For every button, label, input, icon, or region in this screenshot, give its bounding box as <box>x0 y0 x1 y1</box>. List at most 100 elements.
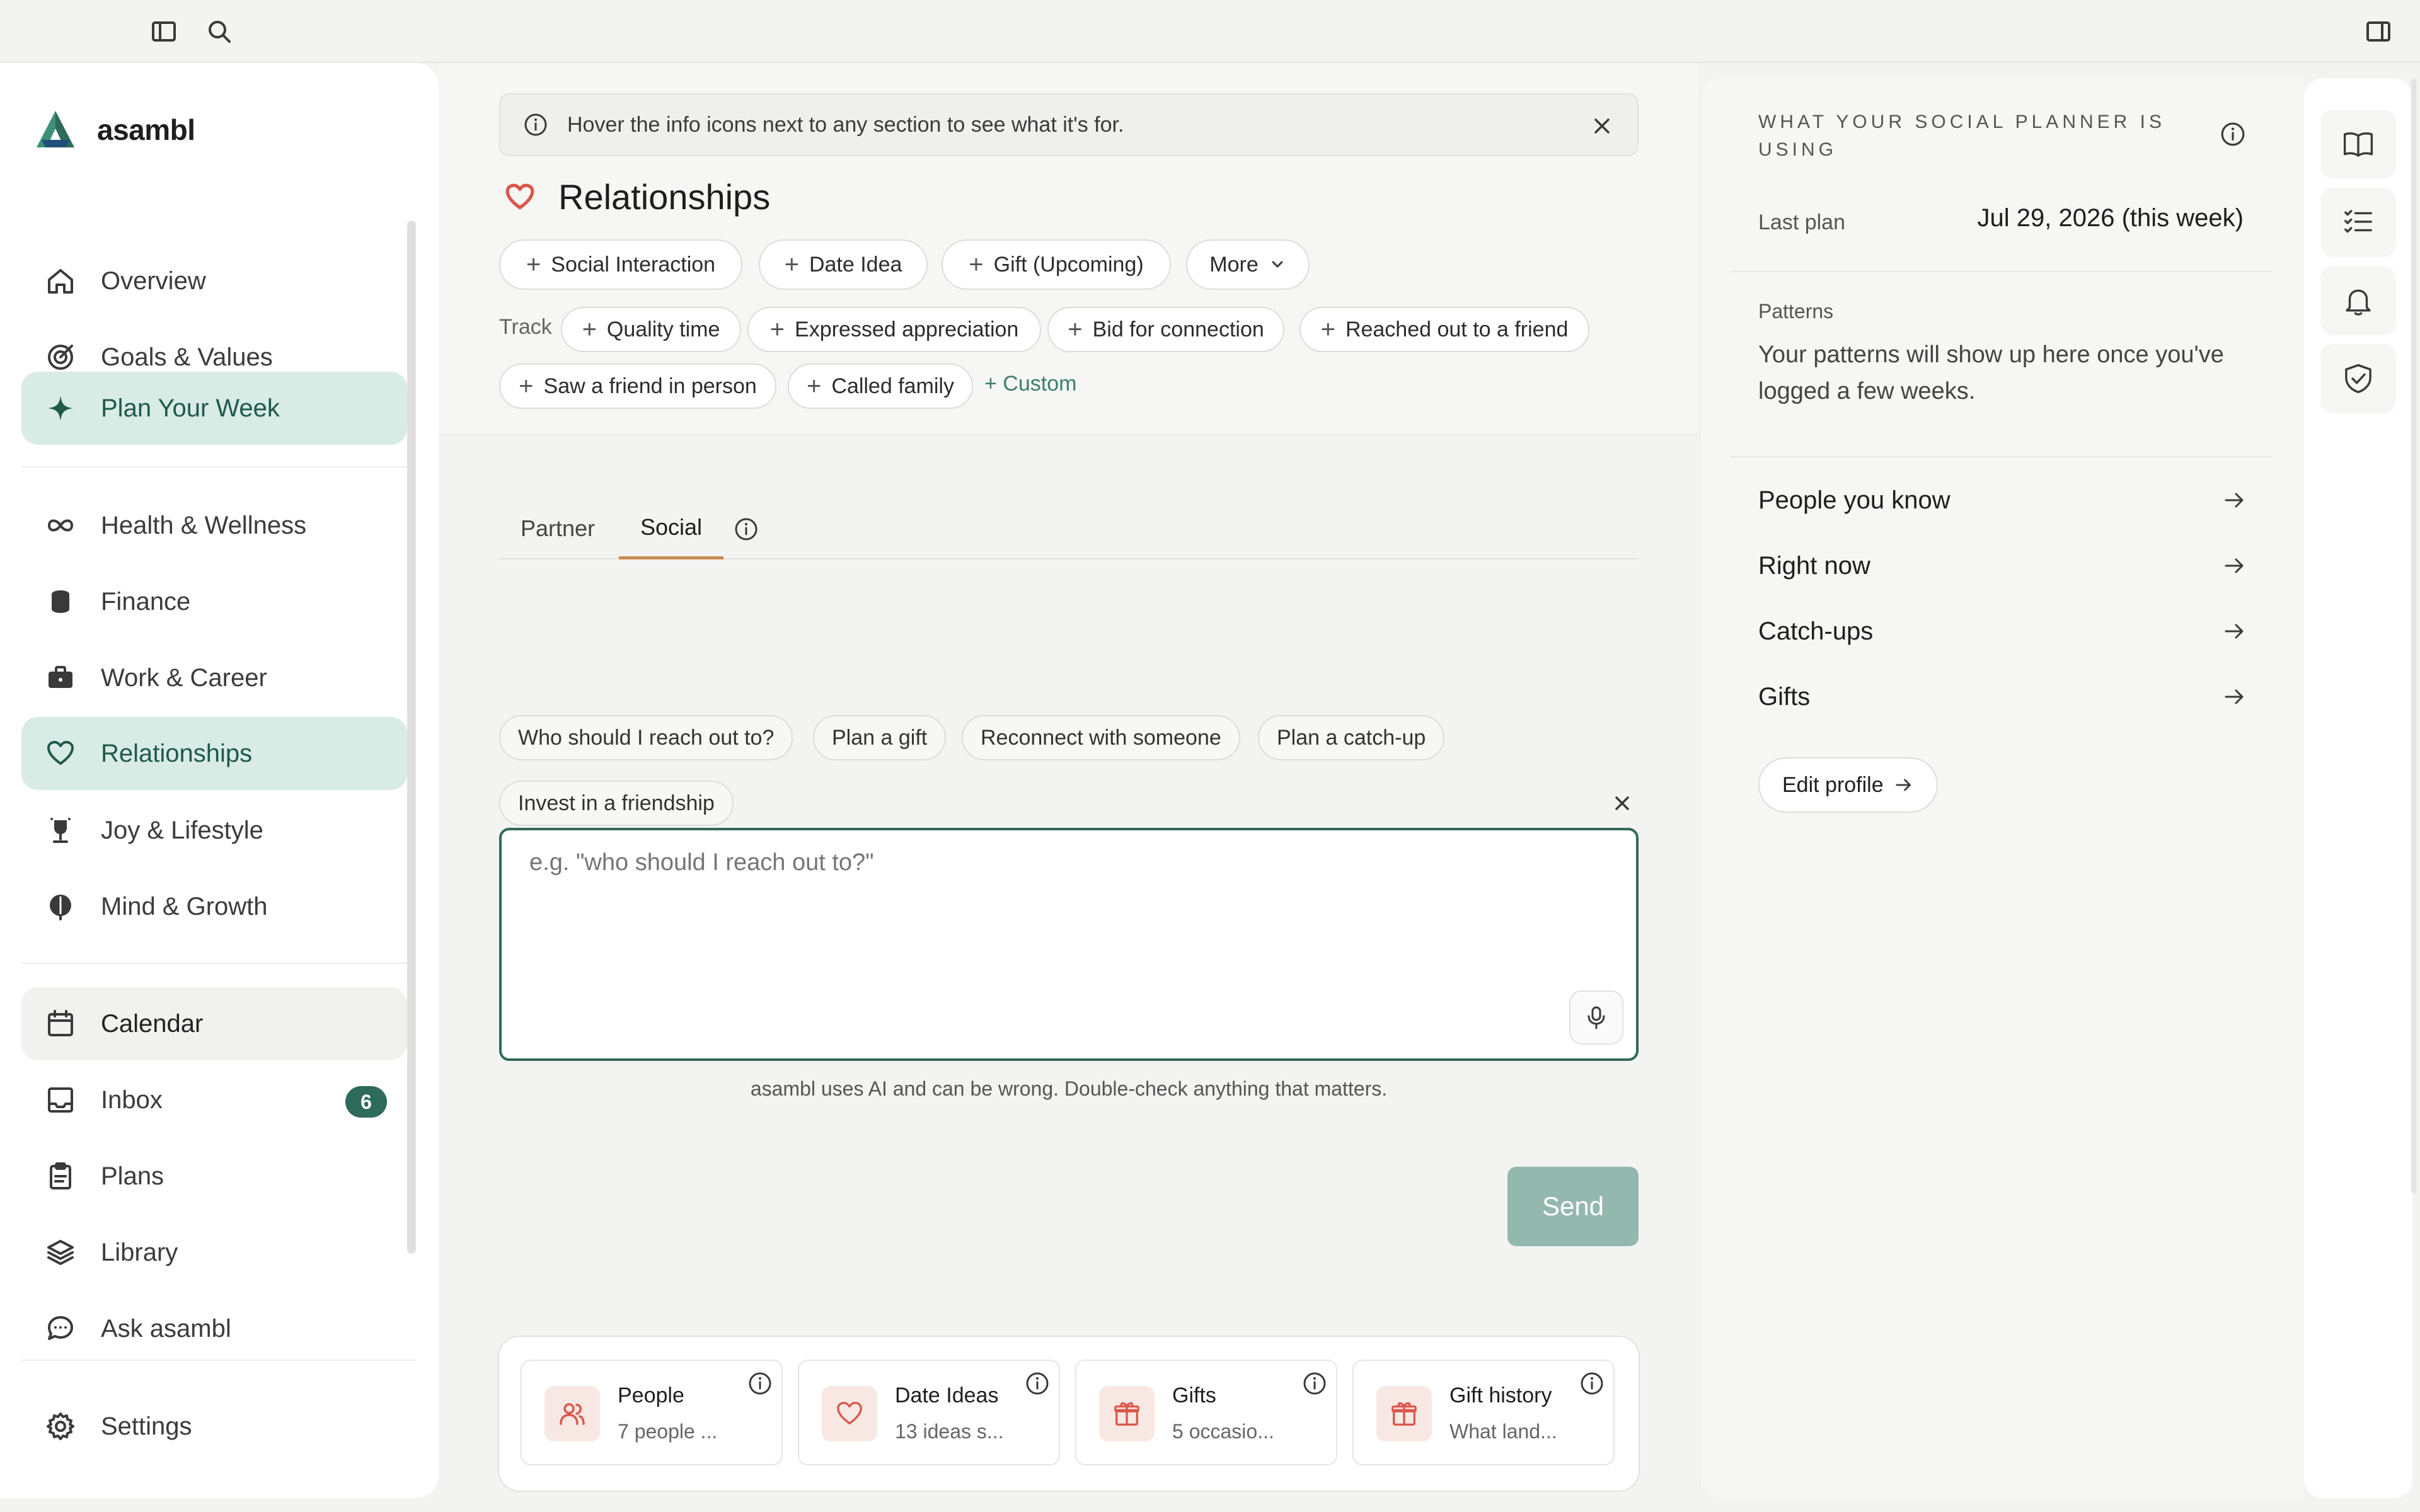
nav-plans[interactable]: Plans <box>21 1140 407 1213</box>
custom-track-link[interactable]: + Custom <box>984 372 1076 396</box>
suggestion-chip[interactable]: Invest in a friendship <box>499 781 734 826</box>
info-icon[interactable] <box>734 517 759 542</box>
tab-bar: Partner Social <box>499 498 1639 559</box>
right-panel-toggle-icon[interactable] <box>2365 18 2392 45</box>
nav-library[interactable]: Library <box>21 1216 407 1289</box>
sidebar-scrollbar[interactable] <box>407 220 416 1254</box>
tool-rail <box>2304 78 2412 1498</box>
nav-mind-growth[interactable]: Mind & Growth <box>21 870 407 943</box>
sidebar-toggle-icon[interactable] <box>150 18 178 45</box>
link-label: Catch-ups <box>1758 617 1874 645</box>
suggestion-chip[interactable]: Plan a gift <box>813 715 947 760</box>
home-icon <box>45 266 76 296</box>
track-expressed-appreciation-chip[interactable]: + Expressed appreciation <box>747 307 1041 352</box>
coins-icon <box>45 587 76 617</box>
journal-button[interactable] <box>2320 110 2396 179</box>
microphone-button[interactable] <box>1569 990 1623 1045</box>
nav-calendar[interactable]: Calendar <box>21 987 407 1060</box>
brand-name: asambl <box>97 113 195 146</box>
people-you-know-link[interactable]: People you know <box>1758 481 2247 519</box>
more-dropdown[interactable]: More <box>1186 239 1310 290</box>
suggestion-chip[interactable]: Plan a catch-up <box>1258 715 1445 760</box>
track-saw-friend-chip[interactable]: + Saw a friend in person <box>499 364 776 409</box>
nav-work-career[interactable]: Work & Career <box>21 641 407 714</box>
tab-social[interactable]: Social <box>619 498 724 559</box>
plus-icon: + <box>769 316 785 343</box>
arrow-right-icon <box>2222 553 2247 578</box>
gifts-card[interactable]: Gifts 5 occasio... <box>1075 1360 1337 1465</box>
notifications-button[interactable] <box>2320 266 2396 335</box>
gift-history-card[interactable]: Gift history What land... <box>1352 1360 1615 1465</box>
nav-health-wellness[interactable]: Health & Wellness <box>21 489 407 562</box>
card-subtitle: 5 occasio... <box>1172 1420 1274 1443</box>
gifts-link[interactable]: Gifts <box>1758 678 2247 716</box>
plus-icon: + <box>807 372 822 400</box>
nav-label: Library <box>101 1238 178 1266</box>
checklist-button[interactable] <box>2320 188 2396 257</box>
nav-overview[interactable]: Overview <box>21 244 407 318</box>
asambl-logo-icon <box>33 107 78 152</box>
info-icon[interactable] <box>747 1371 773 1396</box>
date-ideas-card[interactable]: Date Ideas 13 ideas s... <box>798 1360 1060 1465</box>
nav-label: Goals & Values <box>101 343 273 371</box>
suggestion-chip[interactable]: Reconnect with someone <box>962 715 1240 760</box>
nav-relationships[interactable]: Relationships <box>21 717 407 790</box>
people-card[interactable]: People 7 people ... <box>521 1360 783 1465</box>
prompt-input[interactable] <box>529 849 1538 876</box>
suggestion-chip[interactable]: Who should I reach out to? <box>499 715 793 760</box>
nav-inbox[interactable]: Inbox 6 <box>21 1063 407 1137</box>
card-subtitle: 7 people ... <box>618 1420 718 1443</box>
track-reached-out-chip[interactable]: + Reached out to a friend <box>1299 307 1589 352</box>
close-icon[interactable] <box>1611 792 1634 815</box>
catch-ups-link[interactable]: Catch-ups <box>1758 612 2247 650</box>
plus-icon: + <box>582 316 597 343</box>
target-icon <box>45 342 76 372</box>
shield-check-icon <box>2341 362 2375 396</box>
clipboard-icon <box>45 1161 76 1191</box>
card-title: Date Ideas <box>895 1383 999 1407</box>
send-button[interactable]: Send <box>1507 1167 1639 1246</box>
info-icon <box>523 112 548 137</box>
track-quality-time-chip[interactable]: + Quality time <box>561 307 741 352</box>
patterns-text: Your patterns will show up here once you… <box>1758 341 2224 404</box>
nav-ask-asambl[interactable]: Ask asambl <box>21 1292 407 1365</box>
nav-plan-your-week[interactable]: Plan Your Week <box>21 372 407 445</box>
track-bid-for-connection-chip[interactable]: + Bid for connection <box>1047 307 1284 352</box>
main-scrollbar[interactable] <box>2411 78 2416 1193</box>
chat-icon <box>45 1314 76 1344</box>
close-icon[interactable] <box>1589 113 1615 139</box>
suggestion-label: Invest in a friendship <box>518 791 715 815</box>
info-icon[interactable] <box>1302 1371 1327 1396</box>
nav-label: Health & Wellness <box>101 511 307 539</box>
track-called-family-chip[interactable]: + Called family <box>788 364 973 409</box>
sparkle-icon <box>45 393 76 423</box>
search-icon[interactable] <box>205 18 233 45</box>
arrow-right-icon <box>1894 775 1914 795</box>
planner-context-panel: WHAT YOUR SOCIAL PLANNER IS USING Last p… <box>1699 78 2304 1498</box>
banner-text: Hover the info icons next to any section… <box>567 112 1124 137</box>
nav-joy-lifestyle[interactable]: Joy & Lifestyle <box>21 794 407 867</box>
add-gift-upcoming-button[interactable]: + Gift (Upcoming) <box>942 239 1171 290</box>
panel-divider <box>1731 456 2273 457</box>
nav-settings[interactable]: Settings <box>21 1390 407 1463</box>
add-date-idea-button[interactable]: + Date Idea <box>759 239 928 290</box>
info-icon[interactable] <box>1025 1371 1050 1396</box>
suggestion-label: Plan a gift <box>832 725 928 750</box>
checklist-icon <box>2341 205 2375 239</box>
tab-partner[interactable]: Partner <box>499 498 616 559</box>
layers-icon <box>45 1237 76 1268</box>
main-content: Hover the info icons next to any section… <box>439 63 1699 1512</box>
info-icon[interactable] <box>2220 121 2246 147</box>
privacy-button[interactable] <box>2320 344 2396 413</box>
right-now-link[interactable]: Right now <box>1758 547 2247 585</box>
sidebar: asambl Overview Goals & Values Plan Your… <box>0 63 439 1498</box>
nav-label: Joy & Lifestyle <box>101 816 263 844</box>
add-social-interaction-button[interactable]: + Social Interaction <box>499 239 742 290</box>
link-label: People you know <box>1758 486 1950 514</box>
brand[interactable]: asambl <box>33 107 195 152</box>
info-icon[interactable] <box>1579 1371 1605 1396</box>
nav-finance[interactable]: Finance <box>21 565 407 638</box>
edit-profile-button[interactable]: Edit profile <box>1758 757 1938 813</box>
inbox-count-badge: 6 <box>345 1086 387 1118</box>
chip-label: Gift (Upcoming) <box>993 252 1144 277</box>
